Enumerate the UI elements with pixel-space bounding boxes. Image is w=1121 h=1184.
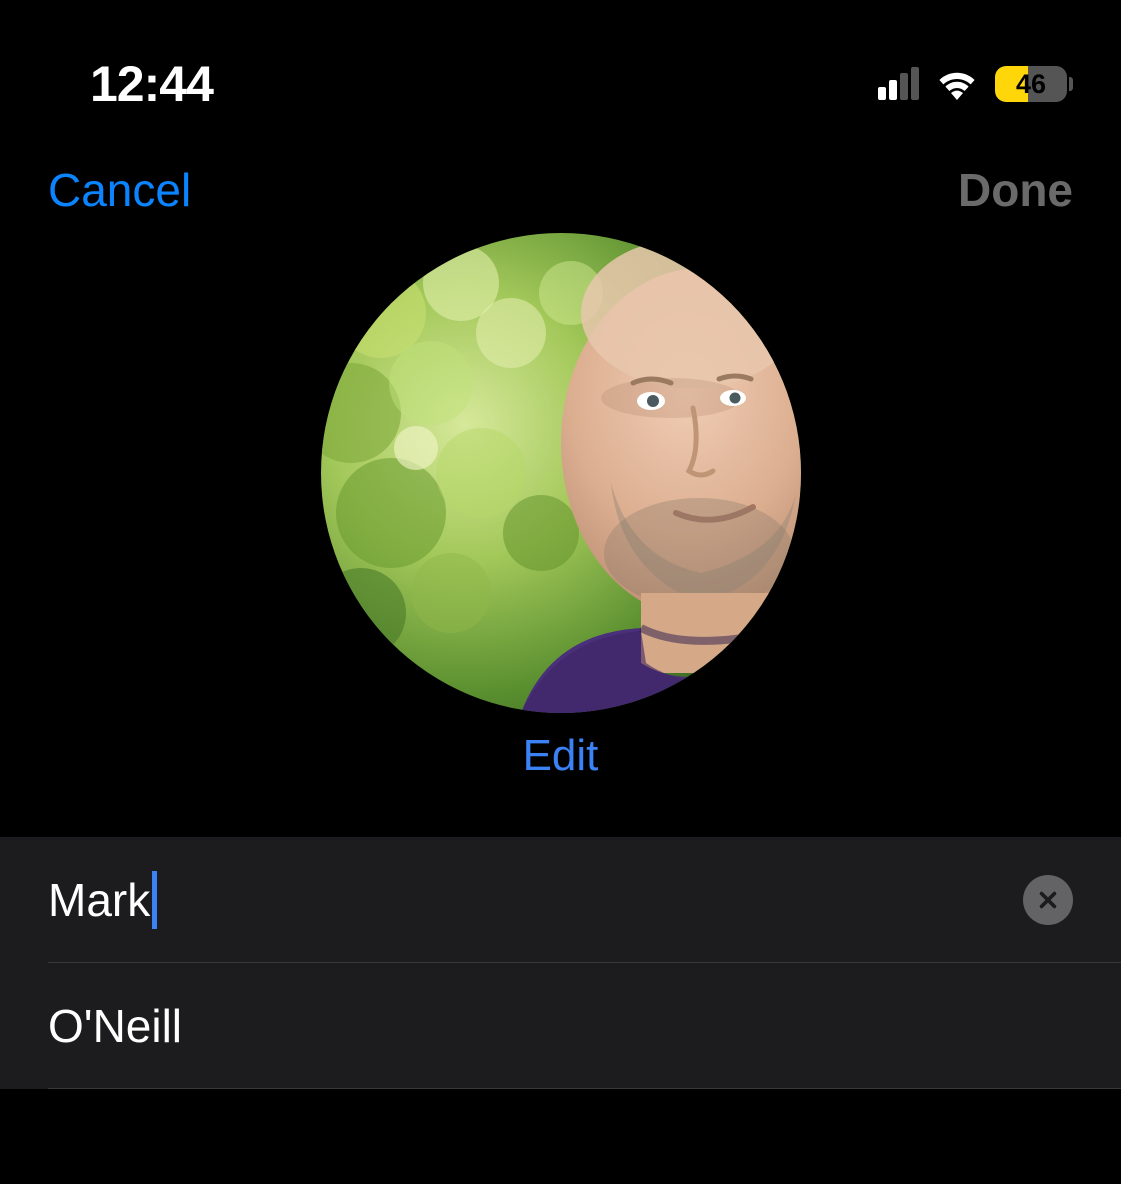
cancel-button[interactable]: Cancel bbox=[48, 163, 191, 217]
first-name-row: Mark bbox=[0, 837, 1121, 963]
close-icon bbox=[1037, 889, 1059, 911]
edit-photo-button[interactable]: Edit bbox=[523, 731, 599, 781]
done-button[interactable]: Done bbox=[958, 163, 1073, 217]
nav-bar: Cancel Done bbox=[0, 133, 1121, 227]
avatar-section: Edit bbox=[0, 233, 1121, 781]
clear-first-name-button[interactable] bbox=[1023, 875, 1073, 925]
last-name-input[interactable] bbox=[48, 963, 1073, 1089]
status-icons: 46 bbox=[878, 66, 1073, 102]
cellular-icon bbox=[878, 68, 919, 100]
name-form: Mark bbox=[0, 837, 1121, 1089]
wifi-icon bbox=[933, 66, 981, 102]
last-name-row bbox=[0, 963, 1121, 1089]
status-bar: 12:44 46 bbox=[0, 0, 1121, 133]
status-time: 12:44 bbox=[90, 55, 213, 113]
first-name-input[interactable] bbox=[48, 837, 1023, 963]
battery-level: 46 bbox=[1016, 69, 1046, 100]
profile-avatar[interactable] bbox=[321, 233, 801, 713]
battery-icon: 46 bbox=[995, 66, 1073, 102]
